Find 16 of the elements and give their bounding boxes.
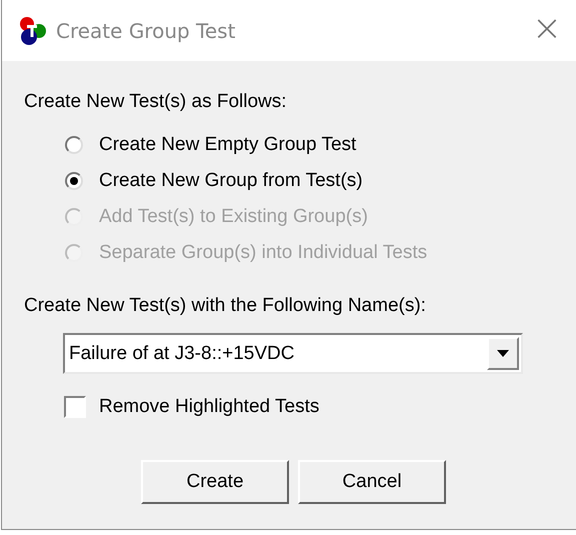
checkbox-label[interactable]: Remove Highlighted Tests <box>99 396 320 418</box>
name-label: Create New Test(s) with the Following Name(s): <box>24 295 427 317</box>
radio-label[interactable]: Create New Group from Test(s) <box>99 170 363 192</box>
create-button[interactable]: Create <box>141 460 289 504</box>
dropdown-button[interactable] <box>487 337 519 370</box>
checkbox[interactable] <box>64 396 86 418</box>
radio-button[interactable] <box>65 172 83 190</box>
close-button[interactable]: × <box>518 10 576 50</box>
radio-label[interactable]: Create New Empty Group Test <box>99 134 356 156</box>
radio-button[interactable] <box>65 136 83 154</box>
window-title: Create Group Test <box>56 18 236 42</box>
options-label: Create New Test(s) as Follows: <box>24 91 288 113</box>
name-combo-box[interactable]: Failure of at J3-8::+15VDC <box>63 333 523 374</box>
cancel-button[interactable]: Cancel <box>298 460 446 504</box>
app-logo-icon <box>18 16 48 46</box>
caret-icon <box>497 350 509 357</box>
